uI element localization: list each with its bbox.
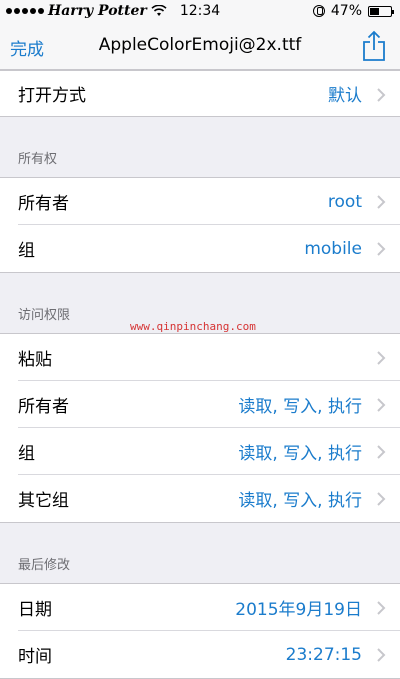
paste-row[interactable]: 粘贴: [0, 334, 400, 381]
settings-list: 打开方式 默认 所有权 所有者 root 组 mobile 访问权限 粘贴 所有…: [0, 70, 400, 679]
permissions-group: 粘贴 所有者 读取, 写入, 执行 组 读取, 写入, 执行 其它组 读取, 写…: [0, 333, 400, 523]
last-modified-header: 最后修改: [18, 558, 71, 573]
owner-value: root: [327, 191, 362, 212]
chevron-right-icon: [377, 601, 386, 615]
battery-percent: 47%: [330, 3, 362, 19]
date-label: 日期: [18, 600, 52, 620]
chevron-right-icon: [377, 195, 386, 209]
battery-icon: [368, 5, 394, 17]
status-bar: Harry Potter 12:34 47%: [0, 0, 400, 24]
group-row[interactable]: 组 mobile: [0, 225, 400, 272]
last-modified-section-header: 最后修改: [0, 523, 400, 583]
group-permission-label: 组: [18, 444, 35, 464]
owner-permission-label: 所有者: [18, 397, 69, 417]
open-with-value: 默认: [328, 86, 362, 106]
owner-permission-row[interactable]: 所有者 读取, 写入, 执行: [0, 381, 400, 428]
chevron-right-icon: [377, 648, 386, 662]
chevron-right-icon: [377, 242, 386, 256]
watermark-text: www.qinpinchang.com: [130, 320, 256, 333]
status-right: 47%: [312, 3, 394, 19]
group-permission-row[interactable]: 组 读取, 写入, 执行: [0, 428, 400, 475]
last-modified-group: 日期 2015年9月19日 时间 23:27:15: [0, 583, 400, 679]
group-value: mobile: [304, 238, 362, 259]
done-button[interactable]: 完成: [10, 35, 44, 60]
others-permission-row[interactable]: 其它组 读取, 写入, 执行: [0, 475, 400, 522]
ownership-header: 所有权: [18, 152, 58, 167]
chevron-right-icon: [377, 351, 386, 365]
paste-label: 粘贴: [18, 350, 52, 370]
date-value: 2015年9月19日: [235, 600, 362, 620]
permissions-header: 访问权限: [18, 308, 71, 323]
open-with-row[interactable]: 打开方式 默认: [0, 70, 400, 117]
group-label: 组: [18, 241, 35, 261]
time-value: 23:27:15: [285, 644, 362, 665]
owner-label: 所有者: [18, 194, 69, 214]
chevron-right-icon: [377, 398, 386, 412]
others-permission-value: 读取, 写入, 执行: [238, 491, 362, 511]
date-row[interactable]: 日期 2015年9月19日: [0, 584, 400, 631]
navigation-bar: 完成 AppleColorEmoji@2x.ttf: [0, 24, 400, 70]
share-icon[interactable]: [362, 30, 386, 62]
others-permission-label: 其它组: [18, 491, 69, 511]
chevron-right-icon: [377, 492, 386, 506]
orientation-lock-icon: [312, 5, 325, 17]
group-permission-value: 读取, 写入, 执行: [238, 444, 362, 464]
owner-row[interactable]: 所有者 root: [0, 178, 400, 225]
time-label: 时间: [18, 647, 52, 667]
ownership-group: 所有者 root 组 mobile: [0, 177, 400, 273]
owner-permission-value: 读取, 写入, 执行: [238, 397, 362, 417]
time-row[interactable]: 时间 23:27:15: [0, 631, 400, 678]
page-title: AppleColorEmoji@2x.ttf: [98, 35, 302, 55]
chevron-right-icon: [377, 88, 386, 102]
open-with-label: 打开方式: [18, 86, 86, 106]
ownership-section-header: 所有权: [0, 117, 400, 177]
chevron-right-icon: [377, 445, 386, 459]
